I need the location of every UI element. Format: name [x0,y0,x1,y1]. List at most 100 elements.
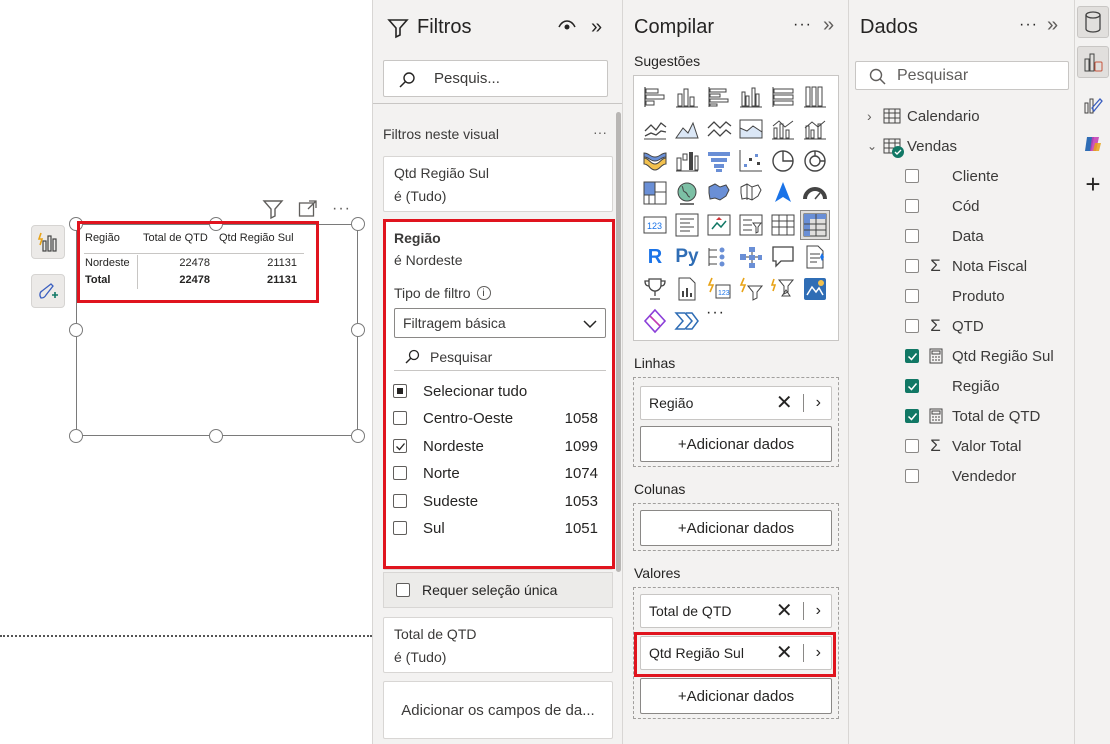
treemap-icon[interactable] [642,180,668,206]
checkbox[interactable] [905,289,919,303]
add-fields-dropzone[interactable]: Adicionar os campos de da... [383,681,613,739]
matrix-icon[interactable] [800,210,830,240]
map-icon[interactable] [674,180,700,206]
field-item[interactable]: Total de QTD [905,405,1040,427]
field-item[interactable]: Σ QTD [905,315,984,337]
add-data-button[interactable]: +Adicionar dados [640,426,832,462]
clustered-column-chart-icon[interactable] [738,84,764,110]
field-item[interactable]: Cliente [905,165,999,187]
resize-handle[interactable] [69,429,83,443]
scrollbar[interactable] [616,112,621,572]
collapse-pane-icon[interactable]: » [823,14,834,37]
single-select-toggle[interactable]: Requer seleção única [383,572,613,608]
data-pane-toggle-icon[interactable] [1077,6,1109,38]
resize-handle[interactable] [351,323,365,337]
stacked-bar-chart-icon[interactable] [642,84,668,110]
100-stacked-column-icon[interactable] [802,84,828,110]
columns-well[interactable]: +Adicionar dados [633,503,839,551]
arcgis-map-icon[interactable] [802,276,828,302]
collapse-pane-icon[interactable]: » [1047,14,1058,37]
focus-mode-icon[interactable] [298,200,318,218]
field-pill[interactable]: Total de QTD ✕ › [640,594,832,628]
donut-chart-icon[interactable] [802,148,828,174]
build-visual-icon[interactable] [1077,46,1109,78]
filter-icon[interactable] [262,199,284,219]
more-visuals-icon[interactable]: ··· [706,304,732,330]
field-item[interactable]: Vendedor [905,465,1016,487]
power-automate-icon[interactable] [674,308,700,334]
field-item[interactable]: Σ Valor Total [905,435,1022,457]
goals-icon[interactable] [642,276,668,302]
key-influencers-icon[interactable] [706,244,732,270]
stacked-area-chart-icon[interactable] [706,116,732,142]
checkbox[interactable] [905,469,919,483]
azure-map-icon[interactable] [770,180,796,206]
power-automate-visual-icon[interactable] [738,276,764,302]
checkbox[interactable] [905,229,919,243]
table-icon[interactable] [770,212,796,238]
power-automate-flow-icon[interactable] [770,276,796,302]
checkbox-checked[interactable] [905,349,919,363]
checkbox-checked[interactable] [905,409,919,423]
field-item[interactable]: Data [905,225,984,247]
qna-icon[interactable] [770,244,796,270]
field-item[interactable]: Σ Nota Fiscal [905,255,1027,277]
resize-handle[interactable] [209,429,223,443]
eye-icon[interactable] [557,18,577,34]
funnel-chart-icon[interactable] [706,148,732,174]
chevron-right-icon[interactable]: › [816,602,821,620]
filter-card[interactable]: Total de QTD é (Tudo) [383,617,613,673]
format-brush-icon[interactable] [31,274,65,308]
remove-icon[interactable]: ✕ [776,393,793,413]
field-pill[interactable]: Região ✕ › [640,386,832,420]
checkbox-checked[interactable] [905,379,919,393]
format-visual-icon[interactable] [1077,88,1109,120]
100-stacked-bar-icon[interactable] [770,84,796,110]
more-options-icon[interactable]: ··· [332,201,351,217]
power-apps-visual-icon[interactable]: 123 [706,276,732,302]
data-search-input[interactable]: Pesquisar [855,61,1069,90]
kpi-icon[interactable] [706,212,732,238]
table-vendas[interactable]: ⌄ Vendas [867,135,957,158]
stacked-column-chart-icon[interactable] [674,84,700,110]
field-item[interactable]: Qtd Região Sul [905,345,1054,367]
add-data-button[interactable]: +Adicionar dados [640,678,832,714]
remove-icon[interactable]: ✕ [776,601,793,621]
decomposition-tree-icon[interactable] [738,244,764,270]
line-chart-icon[interactable] [642,116,668,142]
more-options-icon[interactable]: ··· [1019,16,1038,34]
shape-map-icon[interactable] [738,180,764,206]
field-item[interactable]: Região [905,375,1000,397]
filters-search-input[interactable]: Pesquis... [383,60,608,97]
chevron-right-icon[interactable]: › [816,394,821,412]
more-options-icon[interactable]: ··· [593,124,607,140]
checkbox[interactable] [396,583,410,597]
resize-handle[interactable] [351,217,365,231]
area-chart-icon[interactable] [674,116,700,142]
copilot-icon[interactable] [1077,128,1109,160]
checkbox[interactable] [905,259,919,273]
smart-narrative-icon[interactable] [31,225,65,259]
collapse-pane-icon[interactable]: » [591,16,602,39]
clustered-bar-chart-icon[interactable] [706,84,732,110]
pie-chart-icon[interactable] [770,148,796,174]
smart-narrative-visual-icon[interactable] [802,244,828,270]
line-and-clustered-column-icon[interactable] [802,116,828,142]
r-script-visual-icon[interactable]: R [642,244,668,270]
filled-map-icon[interactable] [706,180,732,206]
100-stacked-area-icon[interactable] [738,116,764,142]
chevron-right-icon[interactable]: › [867,108,883,124]
resize-handle[interactable] [69,323,83,337]
field-item[interactable]: Produto [905,285,1005,307]
filter-card[interactable]: Qtd Região Sul é (Tudo) [383,156,613,212]
waterfall-chart-icon[interactable] [674,148,700,174]
ribbon-chart-icon[interactable] [642,148,668,174]
python-visual-icon[interactable]: Py [672,244,702,270]
add-pane-icon[interactable]: + [1077,168,1109,200]
power-apps-icon[interactable] [642,308,668,334]
slicer-icon[interactable] [738,212,764,238]
rows-well[interactable]: Região ✕ › +Adicionar dados [633,377,839,467]
checkbox[interactable] [905,169,919,183]
table-calendario[interactable]: › Calendario [867,105,980,127]
line-and-stacked-column-icon[interactable] [770,116,796,142]
